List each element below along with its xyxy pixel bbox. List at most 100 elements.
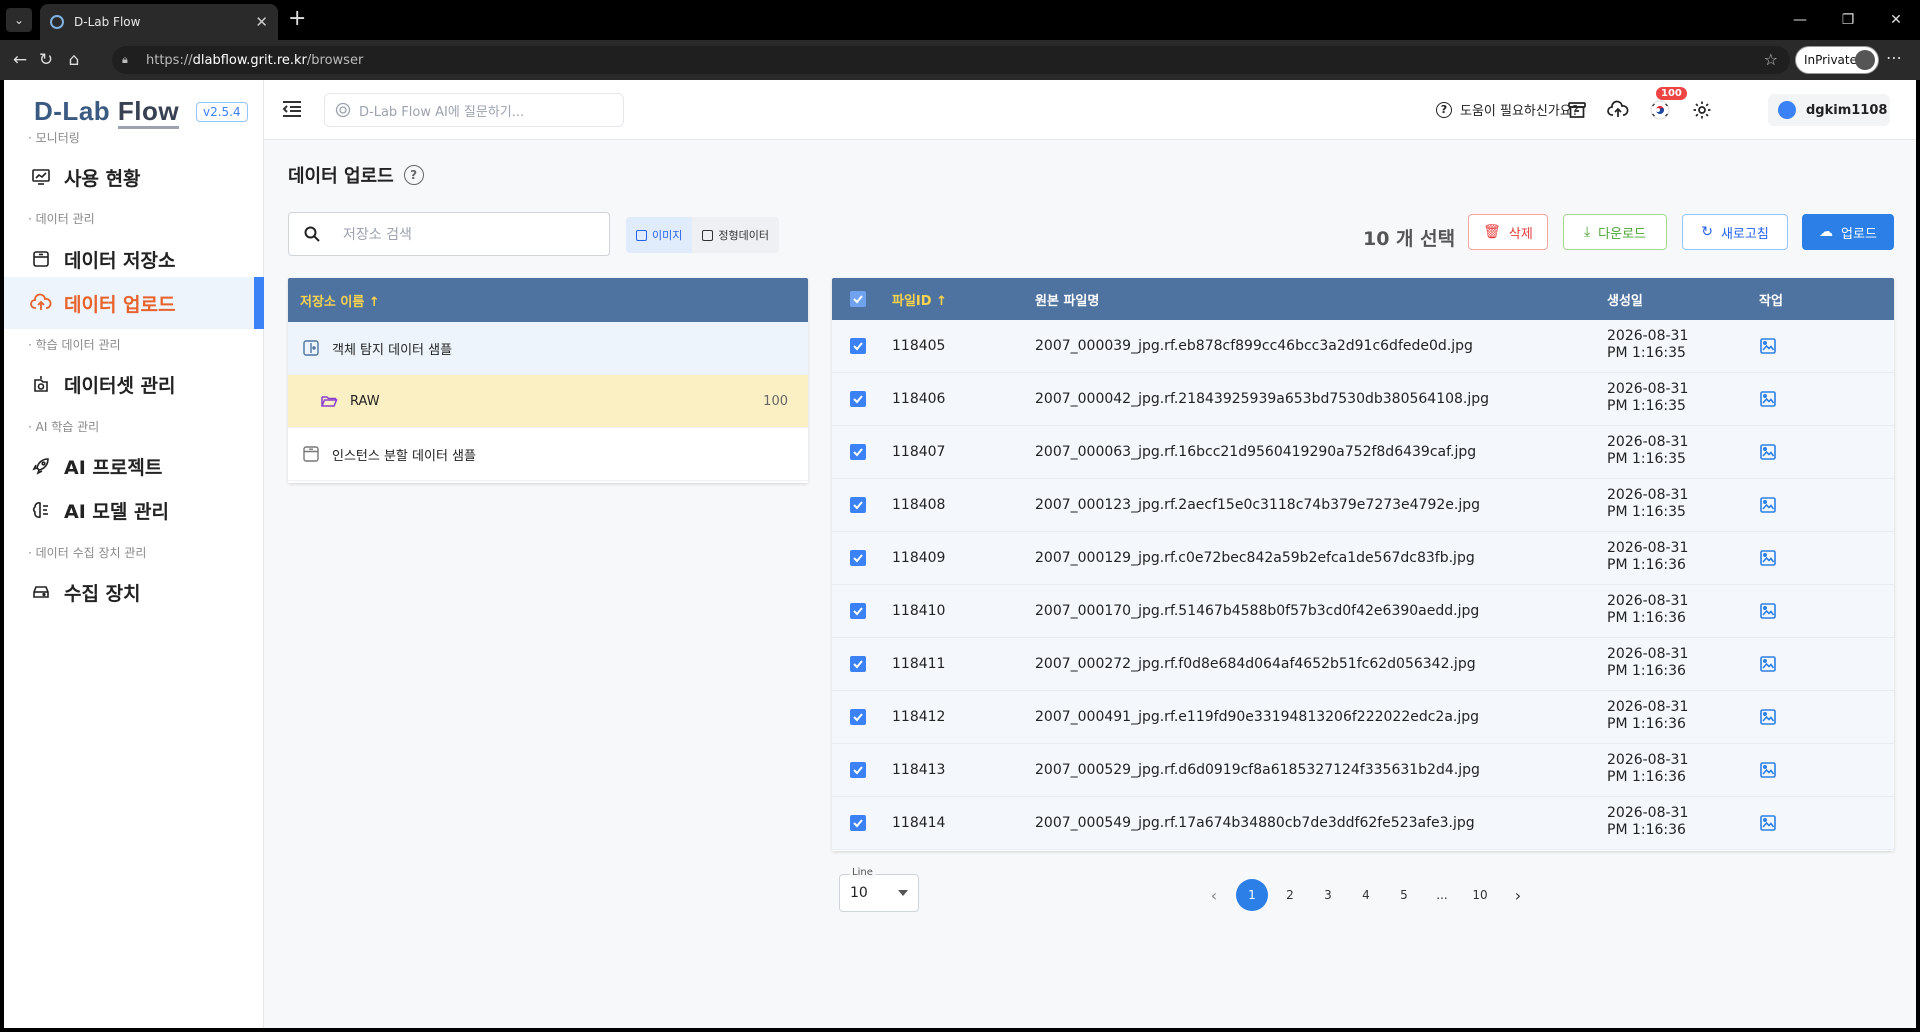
type-image-button[interactable]: 이미지 xyxy=(626,217,693,253)
table-row[interactable]: 118413 2007_000529_jpg.rf.d6d0919cf8a6185… xyxy=(832,744,1894,797)
type-structured-button[interactable]: 정형데이터 xyxy=(692,217,779,253)
menu-toggle-icon[interactable] xyxy=(280,97,304,121)
column-file-id[interactable]: 파일ID ↑ xyxy=(892,290,947,309)
help-link[interactable]: ? 도움이 필요하신가요? xyxy=(1436,100,1579,119)
select-all-checkbox[interactable] xyxy=(850,291,866,307)
structured-type-icon xyxy=(702,229,714,241)
repo-row-instance-segmentation[interactable]: 인스턴스 분할 데이터 샘플 xyxy=(288,428,808,481)
file-id: 118410 xyxy=(892,603,946,619)
page-2[interactable]: 2 xyxy=(1274,879,1306,911)
url-prefix: https:// xyxy=(146,52,193,68)
korean-flag-icon[interactable] xyxy=(1647,97,1673,123)
new-tab-icon[interactable]: + xyxy=(288,6,306,31)
username: dgkim1108 xyxy=(1806,102,1888,118)
file-name: 2007_000170_jpg.rf.51467b4588b0f57b3cd0f… xyxy=(1035,603,1480,619)
settings-gear-icon[interactable] xyxy=(1689,97,1715,123)
back-icon[interactable]: ← xyxy=(8,48,32,72)
browser-more-icon[interactable]: ⋯ xyxy=(1886,48,1902,67)
table-row[interactable]: 118409 2007_000129_jpg.rf.c0e72bec842a59b… xyxy=(832,532,1894,585)
prev-page-icon[interactable]: ‹ xyxy=(1198,879,1230,911)
created-time: PM 1:16:35 xyxy=(1607,345,1686,361)
tab-close-icon[interactable]: ✕ xyxy=(255,13,268,31)
sidebar-item-ai-model[interactable]: AI 모델 관리 xyxy=(4,484,262,536)
close-window-icon[interactable]: ✕ xyxy=(1872,0,1920,40)
page-help-icon[interactable]: ? xyxy=(403,165,424,185)
sidebar-item-label: AI 프로젝트 xyxy=(64,456,163,479)
row-checkbox[interactable] xyxy=(850,391,866,407)
next-page-icon[interactable]: › xyxy=(1502,879,1534,911)
preview-image-icon[interactable] xyxy=(1759,761,1777,783)
preview-image-icon[interactable] xyxy=(1759,655,1777,677)
repository-panel: 저장소 이름 ↑ 객체 탐지 데이터 샘플 RAW 100 인스턴스 분할 데이… xyxy=(288,278,808,483)
preview-image-icon[interactable] xyxy=(1759,549,1777,571)
tab-actions-menu-icon[interactable]: ⌄ xyxy=(6,8,32,32)
user-menu-button[interactable]: dgkim1108 xyxy=(1768,94,1890,126)
table-header: 파일ID ↑ 원본 파일명 생성일 작업 xyxy=(832,278,1894,320)
preview-image-icon[interactable] xyxy=(1759,337,1777,359)
page-5[interactable]: 5 xyxy=(1388,879,1420,911)
row-checkbox[interactable] xyxy=(850,815,866,831)
repo-row-object-detection[interactable]: 객체 탐지 데이터 샘플 xyxy=(288,322,808,375)
reload-icon[interactable]: ↻ xyxy=(34,48,58,72)
row-checkbox[interactable] xyxy=(850,603,866,619)
sidebar-section-ai-training: · AI 학습 관리 xyxy=(28,420,100,434)
upload-queue-icon[interactable] xyxy=(1605,97,1631,123)
table-row[interactable]: 118405 2007_000039_jpg.rf.eb878cf899cc46b… xyxy=(832,320,1894,373)
row-checkbox[interactable] xyxy=(850,762,866,778)
repo-search-input[interactable]: 저장소 검색 xyxy=(288,212,610,256)
created-at: 2026-08-31 PM 1:16:36 xyxy=(1607,699,1688,733)
sidebar-section-monitoring: · 모니터링 xyxy=(28,131,80,145)
sidebar-item-device[interactable]: 수집 장치 xyxy=(4,566,262,618)
restore-icon[interactable]: ❐ xyxy=(1824,0,1872,40)
table-row[interactable]: 118412 2007_000491_jpg.rf.e119fd90e331948… xyxy=(832,691,1894,744)
table-row[interactable]: 118411 2007_000272_jpg.rf.f0d8e684d064af4… xyxy=(832,638,1894,691)
ai-question-input[interactable]: D-Lab Flow AI에 질문하기... xyxy=(324,93,624,127)
preview-image-icon[interactable] xyxy=(1759,496,1777,518)
repo-name-column-header[interactable]: 저장소 이름 ↑ xyxy=(288,278,808,322)
sidebar-item-usage[interactable]: 사용 현황 xyxy=(4,151,262,203)
row-checkbox[interactable] xyxy=(850,338,866,354)
refresh-button[interactable]: ↻ 새로고침 xyxy=(1682,214,1788,250)
download-icon: ⤓ xyxy=(1583,224,1591,240)
lines-per-page-select[interactable]: Line 10 xyxy=(839,867,919,912)
download-button[interactable]: ⤓ 다운로드 xyxy=(1563,214,1667,250)
row-checkbox[interactable] xyxy=(850,656,866,672)
row-checkbox[interactable] xyxy=(850,709,866,725)
row-checkbox[interactable] xyxy=(850,444,866,460)
cloud-upload-icon xyxy=(30,292,52,314)
preview-image-icon[interactable] xyxy=(1759,708,1777,730)
upload-button[interactable]: ☁ 업로드 xyxy=(1802,214,1894,250)
minimize-icon[interactable]: — xyxy=(1776,0,1824,40)
delete-button[interactable]: 🗑︎ 삭제 xyxy=(1468,214,1548,250)
file-name: 2007_000491_jpg.rf.e119fd90e33194813206f… xyxy=(1035,709,1480,725)
page-3[interactable]: 3 xyxy=(1312,879,1344,911)
table-row[interactable]: 118410 2007_000170_jpg.rf.51467b4588b0f57… xyxy=(832,585,1894,638)
page-4[interactable]: 4 xyxy=(1350,879,1382,911)
repo-row-raw[interactable]: RAW 100 xyxy=(288,375,808,428)
sidebar-item-upload[interactable]: 데이터 업로드 xyxy=(4,277,264,329)
preview-image-icon[interactable] xyxy=(1759,390,1777,412)
table-row[interactable]: 118408 2007_000123_jpg.rf.2aecf15e0c3118c… xyxy=(832,479,1894,532)
preview-image-icon[interactable] xyxy=(1759,814,1777,836)
page-1[interactable]: 1 xyxy=(1236,879,1268,911)
table-row[interactable]: 118414 2007_000549_jpg.rf.17a674b34880cb7… xyxy=(832,797,1894,850)
favorite-star-icon[interactable]: ☆ xyxy=(1764,50,1778,69)
preview-image-icon[interactable] xyxy=(1759,602,1777,624)
top-header: D-Lab Flow AI에 질문하기... ? 도움이 필요하신가요? 100… xyxy=(264,80,1916,140)
row-checkbox[interactable] xyxy=(850,550,866,566)
row-checkbox[interactable] xyxy=(850,497,866,513)
preview-image-icon[interactable] xyxy=(1759,443,1777,465)
app-logo[interactable]: D-Lab Flow xyxy=(34,96,180,129)
inprivate-button[interactable]: InPrivate xyxy=(1795,46,1879,74)
site-info-icon[interactable]: 🔒︎ xyxy=(122,53,136,67)
browser-tab[interactable]: D-Lab Flow ✕ xyxy=(40,4,278,40)
home-icon[interactable]: ⌂ xyxy=(62,48,86,72)
table-row[interactable]: 118407 2007_000063_jpg.rf.16bcc21d9560419… xyxy=(832,426,1894,479)
lines-label: Line xyxy=(850,867,875,878)
archive-icon[interactable] xyxy=(1564,97,1590,123)
url-bar[interactable]: 🔒︎ https://dlabflow.grit.re.kr/browser ☆ xyxy=(112,46,1790,74)
page-10[interactable]: 10 xyxy=(1464,879,1496,911)
table-row[interactable]: 118406 2007_000042_jpg.rf.21843925939a653… xyxy=(832,373,1894,426)
sidebar-item-dataset[interactable]: 데이터셋 관리 xyxy=(4,358,262,410)
created-time: PM 1:16:35 xyxy=(1607,504,1686,520)
